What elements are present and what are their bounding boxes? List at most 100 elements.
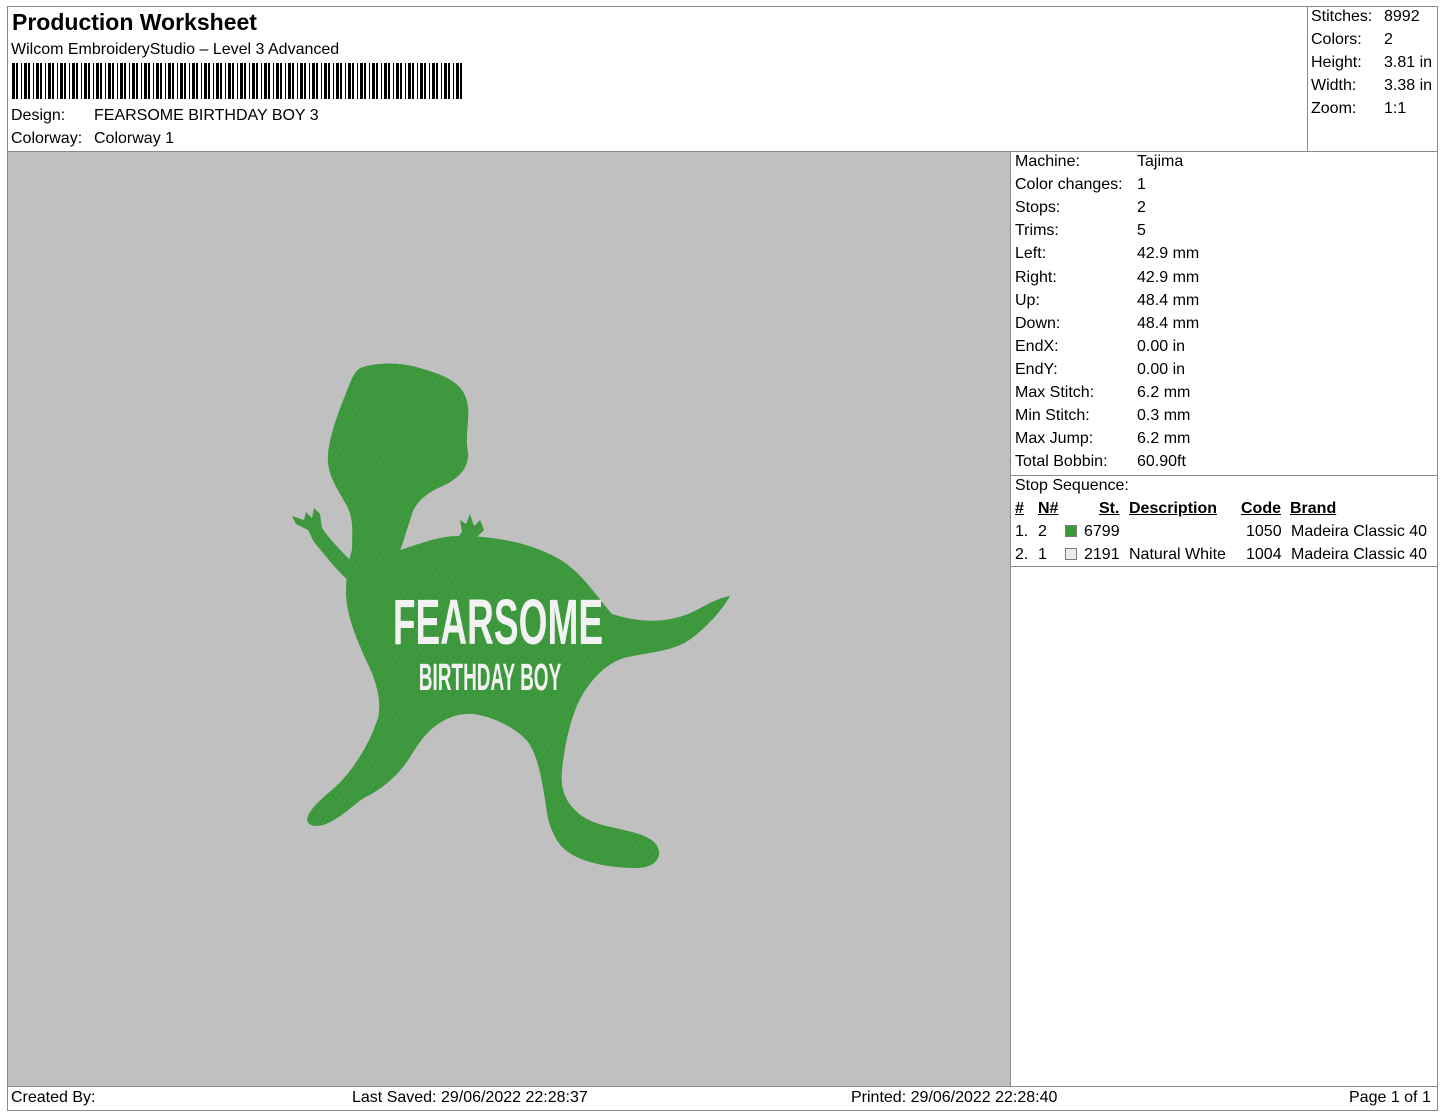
info-label: EndY:	[1015, 360, 1058, 378]
info-value: 0.3 mm	[1137, 407, 1191, 425]
stat-stitches: Stitches: 8992	[1311, 8, 1420, 26]
info-label: Machine:	[1015, 153, 1080, 170]
row-code: 1050	[1246, 523, 1282, 540]
info-label: Max Stitch:	[1015, 384, 1095, 401]
machine-info-row: Max Jump: 6.2 mm	[1015, 430, 1190, 448]
info-label: Down:	[1015, 314, 1061, 332]
machine-info-row: Left: 42.9 mm	[1015, 245, 1199, 263]
machine-info-row: Down: 48.4 mm	[1015, 314, 1199, 333]
barcode	[12, 63, 462, 99]
dino-head	[327, 363, 469, 550]
thread-color-swatch	[1065, 548, 1077, 560]
info-label: Right:	[1015, 268, 1057, 286]
stat-label: Zoom:	[1311, 100, 1357, 117]
row-brand: Madeira Classic 40	[1291, 523, 1428, 540]
stat-height: Height: 3.81 in	[1311, 54, 1432, 72]
info-value: 42.9 mm	[1137, 268, 1200, 286]
design-text-line2: BIRTHDAY BOY	[419, 657, 561, 699]
row-stitches: 6799	[1084, 523, 1120, 540]
info-label: Stops:	[1015, 199, 1061, 217]
col-header-description: Description	[1129, 500, 1218, 517]
info-value: 42.9 mm	[1137, 245, 1200, 263]
info-label: Total Bobbin:	[1015, 453, 1108, 471]
stat-label: Width:	[1311, 77, 1357, 94]
page-number: Page 1 of 1	[1349, 1089, 1431, 1106]
panel-divider	[1010, 152, 1011, 1086]
col-header-needle: N#	[1038, 500, 1059, 517]
stat-label: Stitches:	[1311, 8, 1373, 25]
dino-body	[307, 536, 730, 868]
printed-date: Printed: 29/06/2022 22:28:40	[851, 1089, 1058, 1106]
info-label: Up:	[1015, 291, 1040, 309]
info-divider	[1011, 475, 1438, 476]
col-header-num: #	[1015, 500, 1024, 517]
software-name: Wilcom EmbroideryStudio – Level 3 Advanc…	[11, 41, 340, 58]
stat-value: 2	[1384, 31, 1393, 48]
info-label: Trims:	[1015, 222, 1059, 240]
row-description: Natural White	[1129, 546, 1226, 563]
colorway-name: Colorway 1	[94, 130, 175, 147]
machine-info-row: Stops: 2	[1015, 199, 1146, 217]
info-label: EndX:	[1015, 337, 1059, 355]
machine-info-row: Machine: Tajima	[1015, 153, 1183, 171]
info-value: 0.00 in	[1137, 337, 1186, 355]
stat-value: 1:1	[1384, 100, 1407, 117]
stat-value: 8992	[1384, 8, 1420, 25]
stat-value: 3.81 in	[1384, 54, 1433, 71]
stat-zoom: Zoom: 1:1	[1311, 100, 1406, 118]
footer-divider	[7, 1086, 1438, 1087]
row-needle: 2	[1038, 523, 1047, 540]
machine-info-row: Max Stitch: 6.2 mm	[1015, 384, 1190, 402]
stat-width: Width: 3.38 in	[1311, 77, 1432, 95]
col-header-stitches: St.	[1099, 500, 1120, 517]
row-num: 2.	[1015, 546, 1029, 563]
col-header-brand: Brand	[1290, 500, 1337, 517]
info-value: 0.00 in	[1137, 360, 1186, 378]
design-name: FEARSOME BIRTHDAY BOY 3	[94, 107, 319, 124]
row-num: 1.	[1015, 523, 1029, 540]
machine-info-row: Trims: 5	[1015, 222, 1146, 240]
info-label: Color changes:	[1015, 176, 1123, 194]
row-brand: Madeira Classic 40	[1291, 546, 1428, 563]
design-label: Design:	[11, 107, 66, 124]
last-saved: Last Saved: 29/06/2022 22:28:37	[352, 1089, 588, 1106]
created-by: Created By:	[11, 1089, 96, 1106]
machine-info-row: Total Bobbin: 60.90ft	[1015, 453, 1186, 471]
machine-info-row: Right: 42.9 mm	[1015, 268, 1199, 287]
col-header-code: Code	[1241, 500, 1281, 517]
info-value: 6.2 mm	[1137, 430, 1191, 448]
machine-info-row: EndX: 0.00 in	[1015, 337, 1185, 356]
info-label: Max Jump:	[1015, 430, 1094, 448]
info-value: 2	[1137, 199, 1146, 217]
stop-sequence-title: Stop Sequence:	[1015, 477, 1129, 494]
machine-info-row: Up: 48.4 mm	[1015, 291, 1199, 310]
machine-info-row: Min Stitch: 0.3 mm	[1015, 407, 1190, 425]
page-title: Production Worksheet	[12, 9, 257, 35]
colorway-label: Colorway:	[11, 130, 83, 147]
dino-left-arm	[292, 508, 354, 582]
info-value: 1	[1137, 176, 1146, 194]
row-stitches: 2191	[1084, 546, 1120, 563]
info-value: 6.2 mm	[1137, 384, 1191, 401]
machine-info-row: Color changes: 1	[1015, 176, 1146, 194]
row-code: 1004	[1246, 546, 1282, 563]
row-needle: 1	[1038, 546, 1047, 563]
design-row: Design: FEARSOME BIRTHDAY BOY 3	[11, 107, 319, 125]
sequence-divider	[1011, 566, 1438, 567]
info-value: 5	[1137, 222, 1146, 240]
stat-label: Colors:	[1311, 31, 1362, 48]
embroidery-render: FEARSOME BIRTHDAY BOY	[292, 363, 730, 868]
design-preview: FEARSOME BIRTHDAY BOY	[8, 152, 1010, 1086]
stat-label: Height:	[1311, 54, 1362, 71]
info-value: 60.90ft	[1137, 453, 1186, 471]
machine-info-row: EndY: 0.00 in	[1015, 360, 1185, 379]
stat-value: 3.38 in	[1384, 77, 1433, 94]
info-label: Min Stitch:	[1015, 407, 1090, 425]
design-text-line1: FEARSOME	[393, 588, 603, 659]
thread-color-swatch	[1065, 525, 1077, 537]
info-value: 48.4 mm	[1137, 291, 1200, 309]
info-label: Left:	[1015, 245, 1047, 263]
info-value: Tajima	[1137, 153, 1184, 170]
stat-colors: Colors: 2	[1311, 31, 1393, 49]
info-value: 48.4 mm	[1137, 314, 1200, 332]
